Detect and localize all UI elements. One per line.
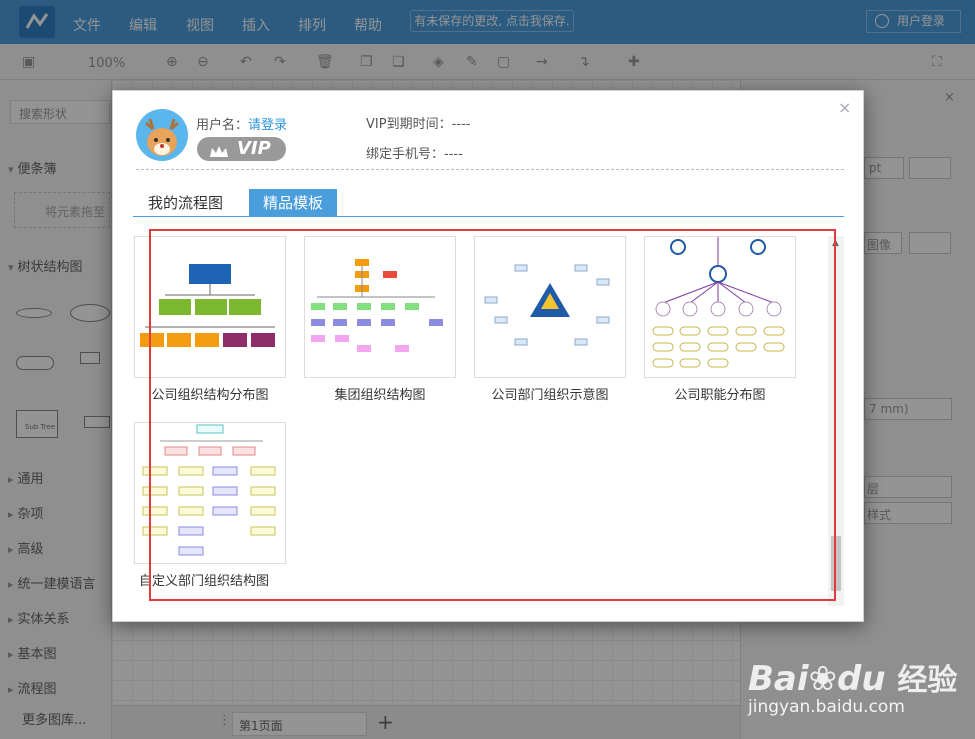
- vip-expire: VIP到期时间：----: [366, 117, 471, 132]
- username-row: 用户名：请登录: [196, 114, 287, 133]
- watermark-bai: Bai: [748, 659, 809, 699]
- template-label: 公司部门组织示意图: [491, 388, 609, 403]
- vip-badge: VIP: [197, 137, 286, 161]
- tab-premium-templates[interactable]: 精品模板: [249, 189, 338, 217]
- template-thumbnail: [304, 236, 456, 378]
- template-dialog: × 用户名：请登录 VIP VIP到期时间：---- 绑定手机号：---- 我的…: [112, 90, 864, 622]
- paw-icon: ❀: [808, 659, 838, 699]
- divider: [136, 169, 844, 170]
- tab-my-flowcharts[interactable]: 我的流程图: [134, 189, 237, 217]
- deer-avatar: [136, 109, 188, 161]
- close-icon[interactable]: ×: [838, 98, 851, 117]
- watermark-jingyan: 经验: [897, 663, 958, 698]
- template-thumbnail: [474, 236, 626, 378]
- template-label: 集团组织结构图: [334, 388, 426, 403]
- scrollbar-thumb[interactable]: [831, 536, 841, 591]
- gallery-scrollbar[interactable]: ▲: [828, 236, 844, 606]
- baidu-watermark: Bai❀du 经验: [748, 655, 957, 699]
- template-thumbnail: [134, 236, 286, 378]
- template-label: 自定义部门组织结构图: [139, 574, 270, 589]
- username-label: 用户名：: [196, 118, 249, 133]
- watermark-du: du: [837, 659, 886, 699]
- login-link[interactable]: 请登录: [248, 118, 287, 133]
- scroll-up-icon[interactable]: ▲: [832, 238, 839, 248]
- template-label: 公司组织结构分布图: [151, 388, 269, 403]
- crown-icon: [209, 142, 229, 166]
- vip-label: VIP: [237, 138, 271, 159]
- template-label: 公司职能分布图: [674, 388, 766, 403]
- watermark-url: jingyan.baidu.com: [748, 697, 905, 717]
- template-thumbnail: [134, 422, 286, 564]
- bound-phone: 绑定手机号：----: [366, 147, 463, 162]
- template-thumbnail: [644, 236, 796, 378]
- dialog-tabs: 我的流程图 精品模板: [133, 189, 844, 217]
- template-gallery: 公司组织结构分布图 集团组织结构图 公司部门组织示意图 公司职能分布图 自定义部…: [133, 236, 847, 604]
